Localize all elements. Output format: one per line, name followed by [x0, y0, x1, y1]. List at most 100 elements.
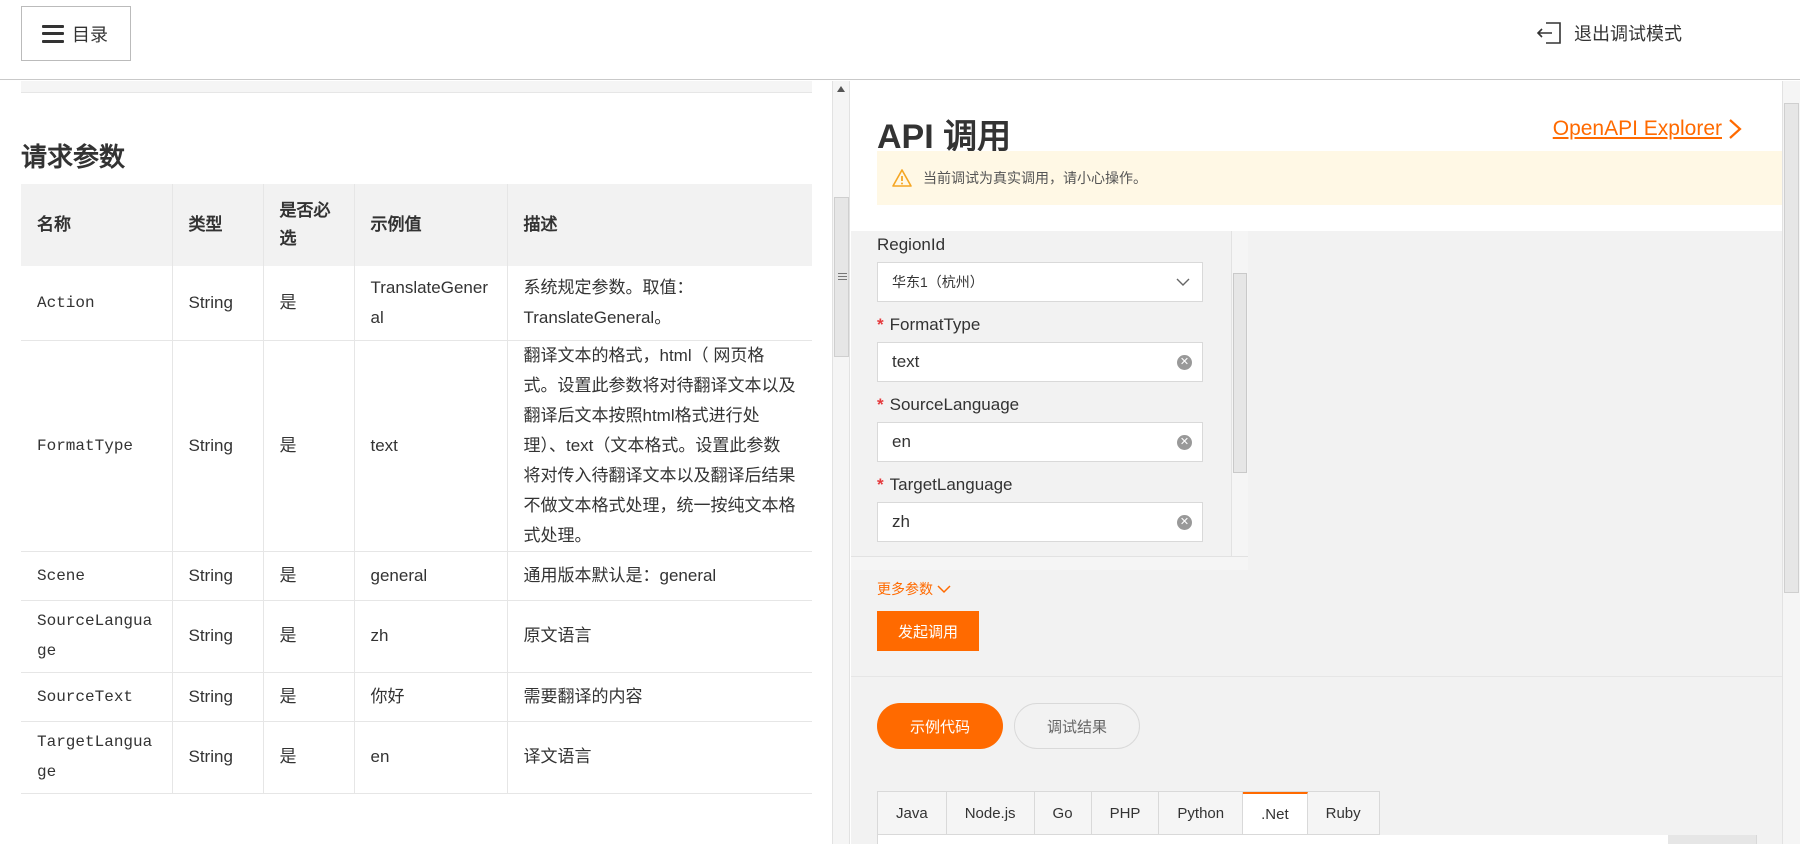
param-desc: 系统规定参数。取值：TranslateGeneral。: [507, 266, 812, 341]
col-header-required: 是否必选: [263, 184, 355, 266]
table-row: Scene String 是 general 通用版本默认是：general: [21, 551, 812, 601]
required-mark: *: [877, 395, 884, 414]
tab-php[interactable]: PHP: [1092, 792, 1160, 834]
param-desc: 翻译文本的格式，html（ 网页格式。设置此参数将对待翻译文本以及翻译后文本按照…: [507, 340, 812, 552]
param-example: text: [354, 340, 508, 552]
table-row: FormatType String 是 text 翻译文本的格式，html（ 网…: [21, 340, 812, 552]
tab-dotnet[interactable]: .Net: [1243, 792, 1308, 834]
param-required: 是: [263, 721, 355, 794]
openapi-explorer-label: OpenAPI Explorer: [1552, 117, 1722, 140]
api-debug-pane: API 调用 OpenAPI Explorer 当前调试为真实调用，请小心操作。…: [851, 81, 1782, 844]
top-bar: 目录 退出调试模式: [0, 0, 1800, 80]
param-example: zh: [354, 600, 508, 673]
param-type: String: [172, 266, 264, 341]
param-type: String: [172, 600, 264, 673]
tab-sample-code[interactable]: 示例代码: [877, 703, 1003, 749]
exit-debug-label: 退出调试模式: [1574, 24, 1682, 44]
grip-line: [838, 276, 847, 277]
param-name: SourceLanguage: [21, 600, 173, 673]
copy-button[interactable]: [1668, 835, 1756, 844]
divider: [851, 676, 1782, 677]
tab-go[interactable]: Go: [1035, 792, 1092, 834]
chevron-down-icon: [1176, 278, 1190, 286]
openapi-explorer-link[interactable]: OpenAPI Explorer: [1553, 117, 1742, 141]
param-name: FormatType: [21, 340, 173, 552]
param-name: TargetLanguage: [21, 721, 173, 794]
source-language-input[interactable]: [892, 432, 1162, 452]
tab-python[interactable]: Python: [1159, 792, 1244, 834]
exit-icon: [1536, 22, 1561, 44]
tab-ruby[interactable]: Ruby: [1308, 792, 1379, 834]
grip-line: [838, 279, 847, 280]
tab-debug-result[interactable]: 调试结果: [1014, 703, 1140, 749]
clear-icon[interactable]: ✕: [1177, 515, 1192, 530]
clear-icon[interactable]: ✕: [1177, 435, 1192, 450]
param-type: String: [172, 721, 264, 794]
target-language-label-text: TargetLanguage: [889, 475, 1013, 494]
clear-icon[interactable]: ✕: [1177, 355, 1192, 370]
target-language-input[interactable]: [892, 512, 1162, 532]
format-type-label-text: FormatType: [889, 315, 981, 334]
param-example: 你好: [354, 672, 508, 722]
table-header-row: 名称 类型 是否必选 示例值 描述: [21, 184, 812, 266]
form-horizontal-scrollbar[interactable]: [851, 556, 1248, 570]
form-scrollbar[interactable]: [1231, 231, 1248, 556]
language-tabs: Java Node.js Go PHP Python .Net Ruby: [877, 791, 1380, 835]
prev-section-edge: [21, 81, 812, 93]
format-type-label: * FormatType: [877, 315, 980, 335]
grip-line: [838, 273, 847, 274]
source-language-label-text: SourceLanguage: [889, 395, 1020, 414]
target-language-field: ✕: [877, 502, 1203, 542]
param-example: general: [354, 551, 508, 601]
tab-java[interactable]: Java: [878, 792, 947, 834]
param-name: Action: [21, 266, 173, 341]
region-label: RegionId: [877, 235, 946, 254]
scrollbar-thumb[interactable]: [1233, 273, 1247, 473]
target-language-label: * TargetLanguage: [877, 475, 1013, 495]
chevron-down-icon: [937, 585, 951, 594]
required-mark: *: [877, 475, 884, 494]
api-header: API 调用 OpenAPI Explorer 当前调试为真实调用，请小心操作。: [851, 81, 1782, 231]
param-example: TranslateGeneral: [354, 266, 508, 341]
param-desc: 原文语言: [507, 600, 812, 673]
param-required: 是: [263, 600, 355, 673]
section-title: 请求参数: [21, 142, 126, 172]
required-mark: *: [877, 315, 884, 334]
scrollbar-thumb[interactable]: [834, 197, 849, 357]
region-selected-value: 华东1（杭州）: [892, 274, 984, 290]
param-type: String: [172, 340, 264, 552]
param-type: String: [172, 672, 264, 722]
scroll-up-arrow-icon[interactable]: [837, 86, 845, 92]
table-row: SourceLanguage String 是 zh 原文语言: [21, 600, 812, 673]
warning-text: 当前调试为真实调用，请小心操作。: [923, 170, 1147, 186]
pane-splitter-scrollbar[interactable]: [832, 81, 850, 844]
source-language-field: ✕: [877, 422, 1203, 462]
menu-icon: [42, 24, 64, 43]
more-params-toggle[interactable]: 更多参数: [877, 579, 951, 599]
col-header-type: 类型: [172, 184, 264, 266]
param-required: 是: [263, 266, 355, 341]
table-row: Action String 是 TranslateGeneral 系统规定参数。…: [21, 266, 812, 341]
format-type-input[interactable]: [892, 352, 1162, 372]
param-example: en: [354, 721, 508, 794]
table-row: TargetLanguage String 是 en 译文语言: [21, 721, 812, 794]
table-row: SourceText String 是 你好 需要翻译的内容: [21, 672, 812, 722]
col-header-desc: 描述: [507, 184, 812, 266]
source-language-label: * SourceLanguage: [877, 395, 1019, 415]
tab-nodejs[interactable]: Node.js: [947, 792, 1035, 834]
invoke-button[interactable]: 发起调用: [877, 611, 979, 651]
param-desc: 译文语言: [507, 721, 812, 794]
exit-debug-button[interactable]: 退出调试模式: [1536, 20, 1682, 46]
param-required: 是: [263, 672, 355, 722]
params-form: RegionId 华东1（杭州） * FormatType ✕ * SourceLa…: [851, 231, 1251, 570]
param-name: SourceText: [21, 672, 173, 722]
code-area: [877, 835, 1757, 844]
toc-menu-button[interactable]: 目录: [21, 6, 131, 61]
toc-menu-label: 目录: [72, 24, 108, 45]
window-scrollbar[interactable]: [1782, 81, 1800, 844]
col-header-example: 示例值: [354, 184, 508, 266]
scrollbar-thumb[interactable]: [1784, 103, 1799, 593]
param-type: String: [172, 551, 264, 601]
param-required: 是: [263, 340, 355, 552]
region-select[interactable]: 华东1（杭州）: [877, 262, 1203, 302]
